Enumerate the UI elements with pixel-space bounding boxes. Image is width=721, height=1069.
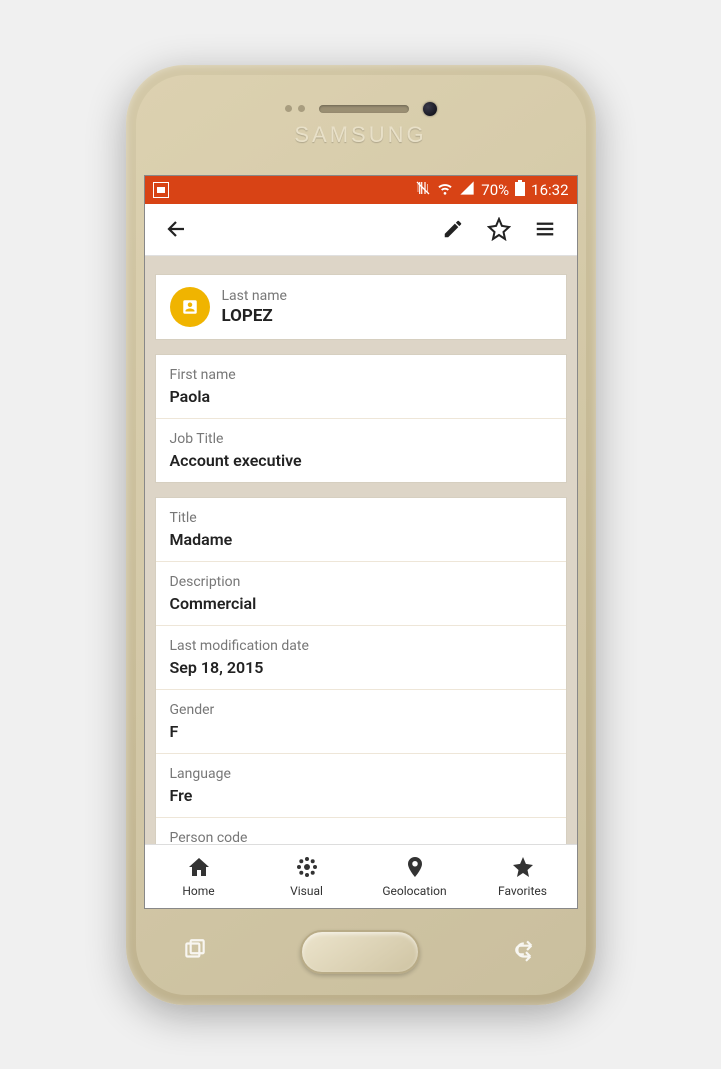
- battery-percent: 70%: [481, 181, 509, 199]
- description-value: Commercial: [170, 594, 552, 613]
- hardware-home-button[interactable]: [300, 930, 420, 974]
- description-row[interactable]: Description Commercial: [156, 561, 566, 625]
- title-value: Madame: [170, 530, 552, 549]
- visual-icon: [295, 855, 319, 882]
- nav-favorites[interactable]: Favorites: [469, 845, 577, 908]
- image-notification-icon: [153, 182, 169, 198]
- first-name-value: Paola: [170, 387, 552, 406]
- description-label: Description: [170, 574, 552, 590]
- recent-apps-key[interactable]: [182, 937, 208, 967]
- person-code-row[interactable]: Person code: [156, 817, 566, 844]
- phone-bottom-bezel: [136, 909, 586, 995]
- identity-card: Last name LOPEZ: [155, 274, 567, 340]
- screen: 70% 16:32: [144, 175, 578, 909]
- home-icon: [187, 855, 211, 882]
- location-pin-icon: [403, 855, 427, 882]
- last-name-row[interactable]: Last name LOPEZ: [156, 275, 566, 339]
- battery-icon: [515, 180, 525, 200]
- vibrate-icon: [415, 180, 431, 200]
- last-name-label: Last name: [222, 288, 287, 304]
- wifi-icon: [437, 180, 453, 200]
- content-scroll[interactable]: Last name LOPEZ First name Paola Job Tit…: [145, 256, 577, 844]
- bottom-nav: Home Visual Geolocation: [145, 844, 577, 908]
- last-mod-row[interactable]: Last modification date Sep 18, 2015: [156, 625, 566, 689]
- name-job-card: First name Paola Job Title Account execu…: [155, 354, 567, 483]
- contact-avatar-icon: [170, 287, 210, 327]
- language-value: Fre: [170, 786, 552, 805]
- star-icon: [511, 855, 535, 882]
- gender-row[interactable]: Gender F: [156, 689, 566, 753]
- first-name-row[interactable]: First name Paola: [156, 355, 566, 418]
- status-bar: 70% 16:32: [145, 176, 577, 204]
- language-row[interactable]: Language Fre: [156, 753, 566, 817]
- clock-time: 16:32: [531, 181, 568, 199]
- edit-button[interactable]: [435, 211, 471, 247]
- nav-home[interactable]: Home: [145, 845, 253, 908]
- phone-top-bezel: SAMSUNG: [136, 75, 586, 175]
- job-title-label: Job Title: [170, 431, 552, 447]
- title-row[interactable]: Title Madame: [156, 498, 566, 561]
- earpiece-speaker: [319, 105, 409, 113]
- front-camera: [423, 102, 437, 116]
- person-code-label: Person code: [170, 830, 552, 844]
- first-name-label: First name: [170, 367, 552, 383]
- proximity-sensors: [285, 105, 305, 112]
- title-label: Title: [170, 510, 552, 526]
- signal-icon: [459, 180, 475, 200]
- nav-visual[interactable]: Visual: [253, 845, 361, 908]
- back-button[interactable]: [159, 211, 195, 247]
- phone-inner: SAMSUNG 70%: [136, 75, 586, 995]
- details-card: Title Madame Description Commercial Last…: [155, 497, 567, 844]
- favorite-button[interactable]: [481, 211, 517, 247]
- job-title-row[interactable]: Job Title Account executive: [156, 418, 566, 482]
- last-mod-label: Last modification date: [170, 638, 552, 654]
- nav-home-label: Home: [182, 884, 214, 898]
- language-label: Language: [170, 766, 552, 782]
- last-name-value: LOPEZ: [222, 306, 287, 326]
- menu-button[interactable]: [527, 211, 563, 247]
- gender-label: Gender: [170, 702, 552, 718]
- hardware-back-key[interactable]: [513, 937, 539, 967]
- last-mod-value: Sep 18, 2015: [170, 658, 552, 677]
- phone-frame: SAMSUNG 70%: [126, 65, 596, 1005]
- nav-visual-label: Visual: [290, 884, 323, 898]
- nav-fav-label: Favorites: [498, 884, 547, 898]
- app-bar: [145, 204, 577, 256]
- gender-value: F: [170, 722, 552, 741]
- job-title-value: Account executive: [170, 451, 552, 470]
- nav-geolocation[interactable]: Geolocation: [361, 845, 469, 908]
- nav-geo-label: Geolocation: [382, 884, 446, 898]
- brand-logo: SAMSUNG: [294, 122, 426, 148]
